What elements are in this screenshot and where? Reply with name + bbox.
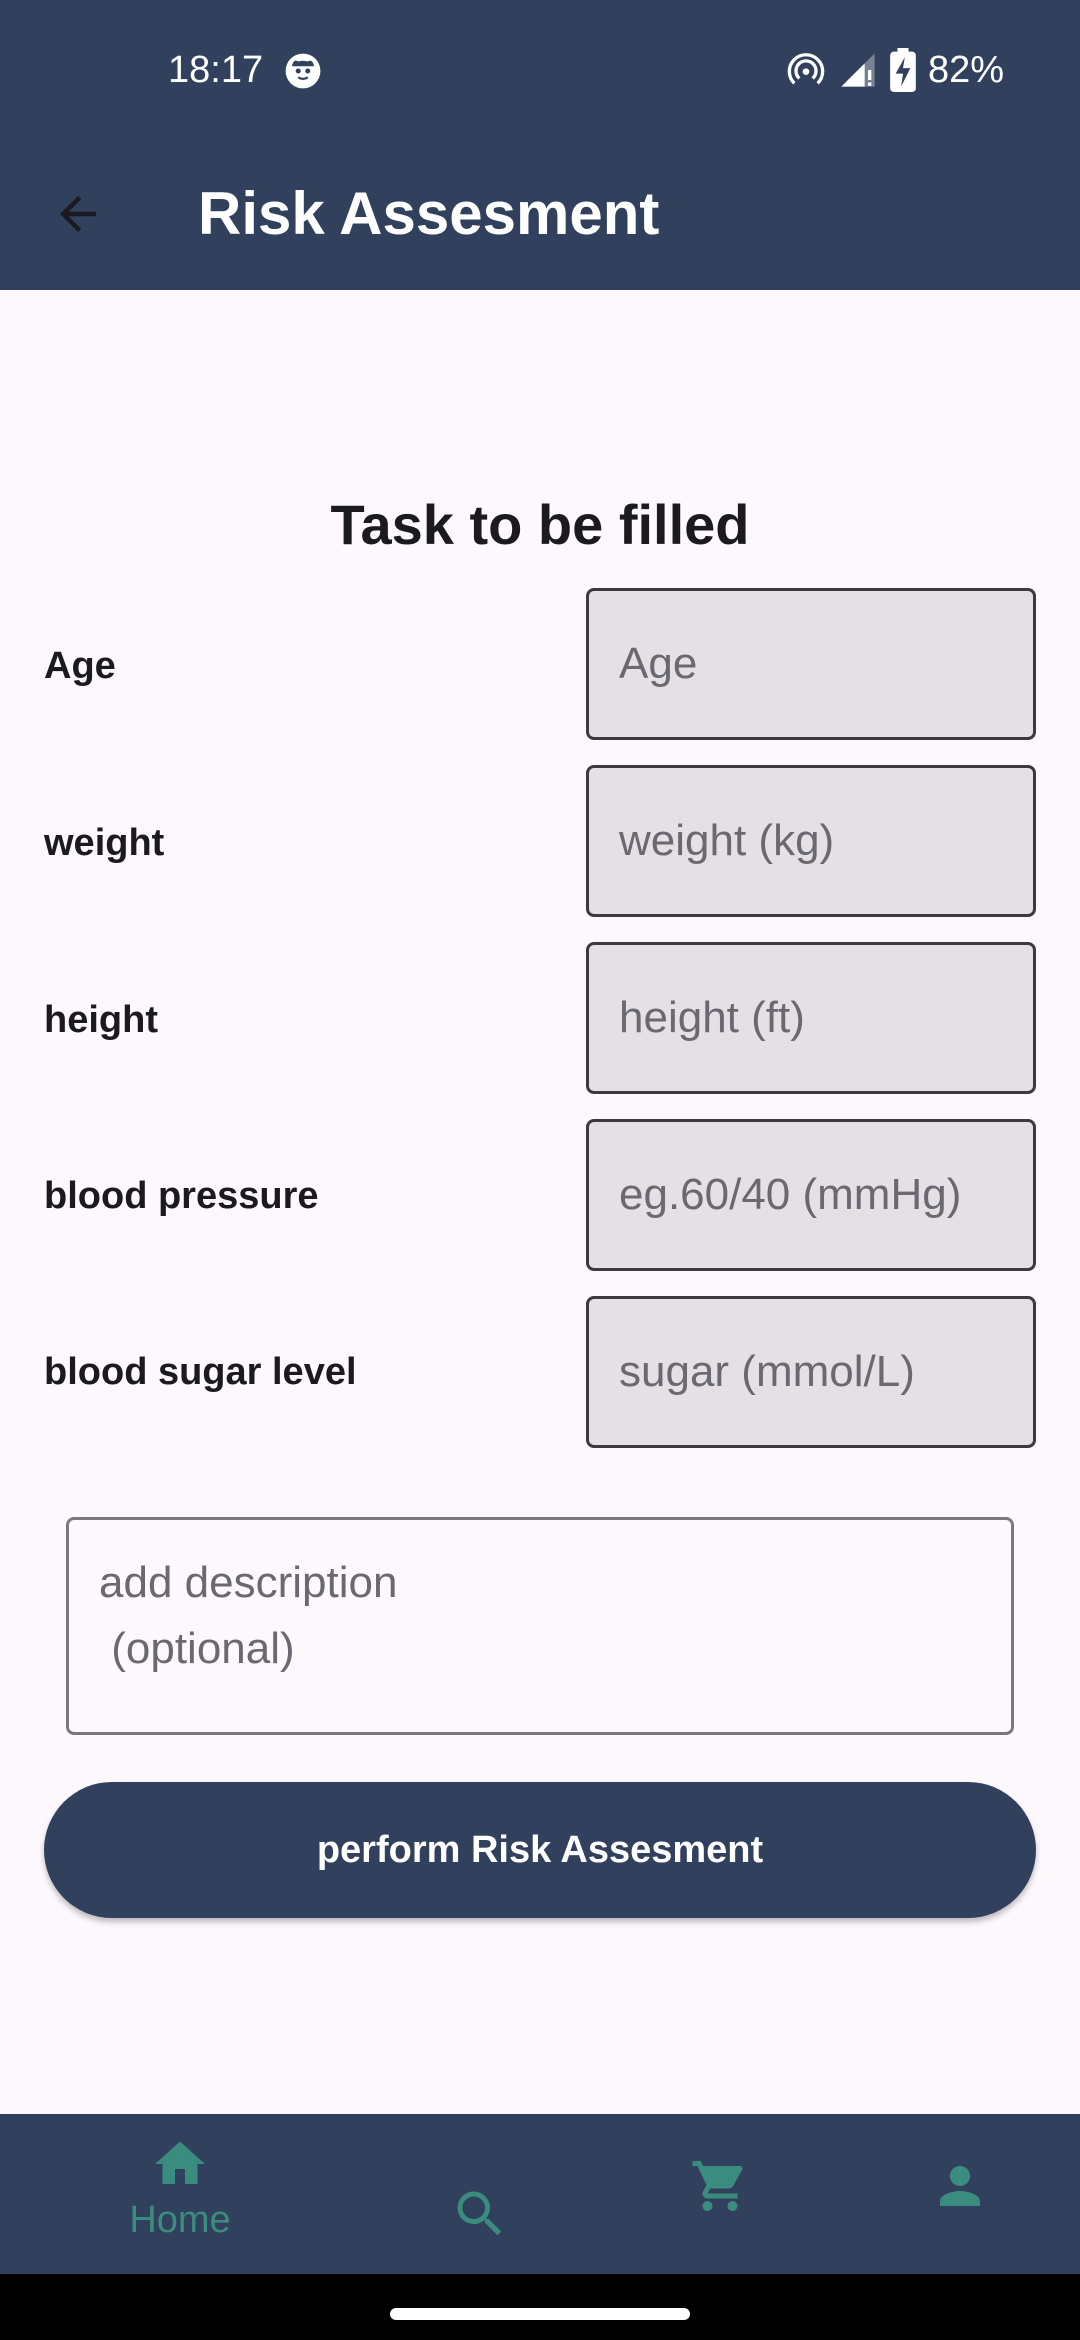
nav-item-cart[interactable]	[630, 2114, 810, 2274]
blood-pressure-label: blood pressure	[44, 1175, 319, 1217]
blood-sugar-input[interactable]	[586, 1296, 1036, 1448]
battery-percentage: 82%	[927, 49, 1004, 91]
cat-face-icon	[285, 53, 321, 89]
page-title: Risk Assesment	[198, 180, 660, 247]
arrow-back-icon	[60, 196, 96, 232]
status-time: 18:17	[168, 49, 264, 91]
home-gesture-handle[interactable]	[390, 2308, 690, 2320]
nav-label-home: Home	[129, 2199, 231, 2241]
home-icon	[155, 2141, 205, 2184]
search-icon	[457, 2191, 502, 2236]
bottom-navigation: Home	[0, 2114, 1080, 2274]
nav-item-home[interactable]: Home	[90, 2114, 270, 2274]
signal-icon	[841, 53, 875, 87]
nav-item-profile[interactable]	[870, 2114, 1050, 2274]
battery-charging-icon	[890, 48, 916, 92]
hotspot-icon	[787, 53, 825, 85]
gesture-bar	[0, 2274, 1080, 2340]
status-icons: 82%	[786, 48, 1004, 92]
nav-item-search[interactable]	[390, 2114, 570, 2274]
person-icon	[940, 2166, 980, 2206]
status-bar: 18:17 82%	[0, 0, 1080, 140]
description-field[interactable]	[66, 1517, 1014, 1735]
form-title: Task to be filled	[330, 493, 750, 556]
height-label: height	[44, 999, 158, 1041]
perform-risk-assessment-button[interactable]: perform Risk Assesment	[44, 1782, 1036, 1918]
height-input[interactable]	[586, 942, 1036, 1094]
weight-label: weight	[44, 822, 165, 864]
app-bar: Risk Assesment	[0, 140, 1080, 290]
back-button[interactable]	[36, 172, 120, 256]
weight-input[interactable]	[586, 765, 1036, 917]
blood-sugar-label: blood sugar level	[44, 1351, 357, 1393]
age-input[interactable]	[586, 588, 1036, 740]
cart-icon	[692, 2161, 743, 2211]
blood-pressure-input[interactable]	[586, 1119, 1036, 1271]
age-label: Age	[44, 645, 116, 687]
